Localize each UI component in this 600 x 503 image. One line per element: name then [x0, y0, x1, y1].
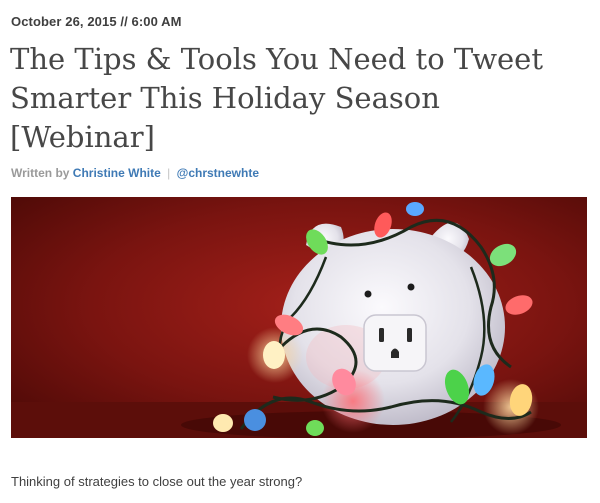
- byline-separator: |: [167, 166, 171, 180]
- post-date: October 26, 2015 // 6:00 AM: [11, 14, 182, 29]
- byline: Written by Christine White | @chrstnewht…: [11, 166, 259, 180]
- author-link[interactable]: Christine White: [73, 166, 161, 180]
- hero-image[interactable]: [11, 197, 587, 438]
- blog-post: October 26, 2015 // 6:00 AM The Tips & T…: [0, 0, 600, 503]
- post-title[interactable]: The Tips & Tools You Need to Tweet Smart…: [10, 40, 570, 157]
- byline-prefix: Written by: [11, 166, 70, 180]
- author-twitter-link[interactable]: @chrstnewhte: [177, 166, 259, 180]
- intro-paragraph: Thinking of strategies to close out the …: [11, 474, 303, 489]
